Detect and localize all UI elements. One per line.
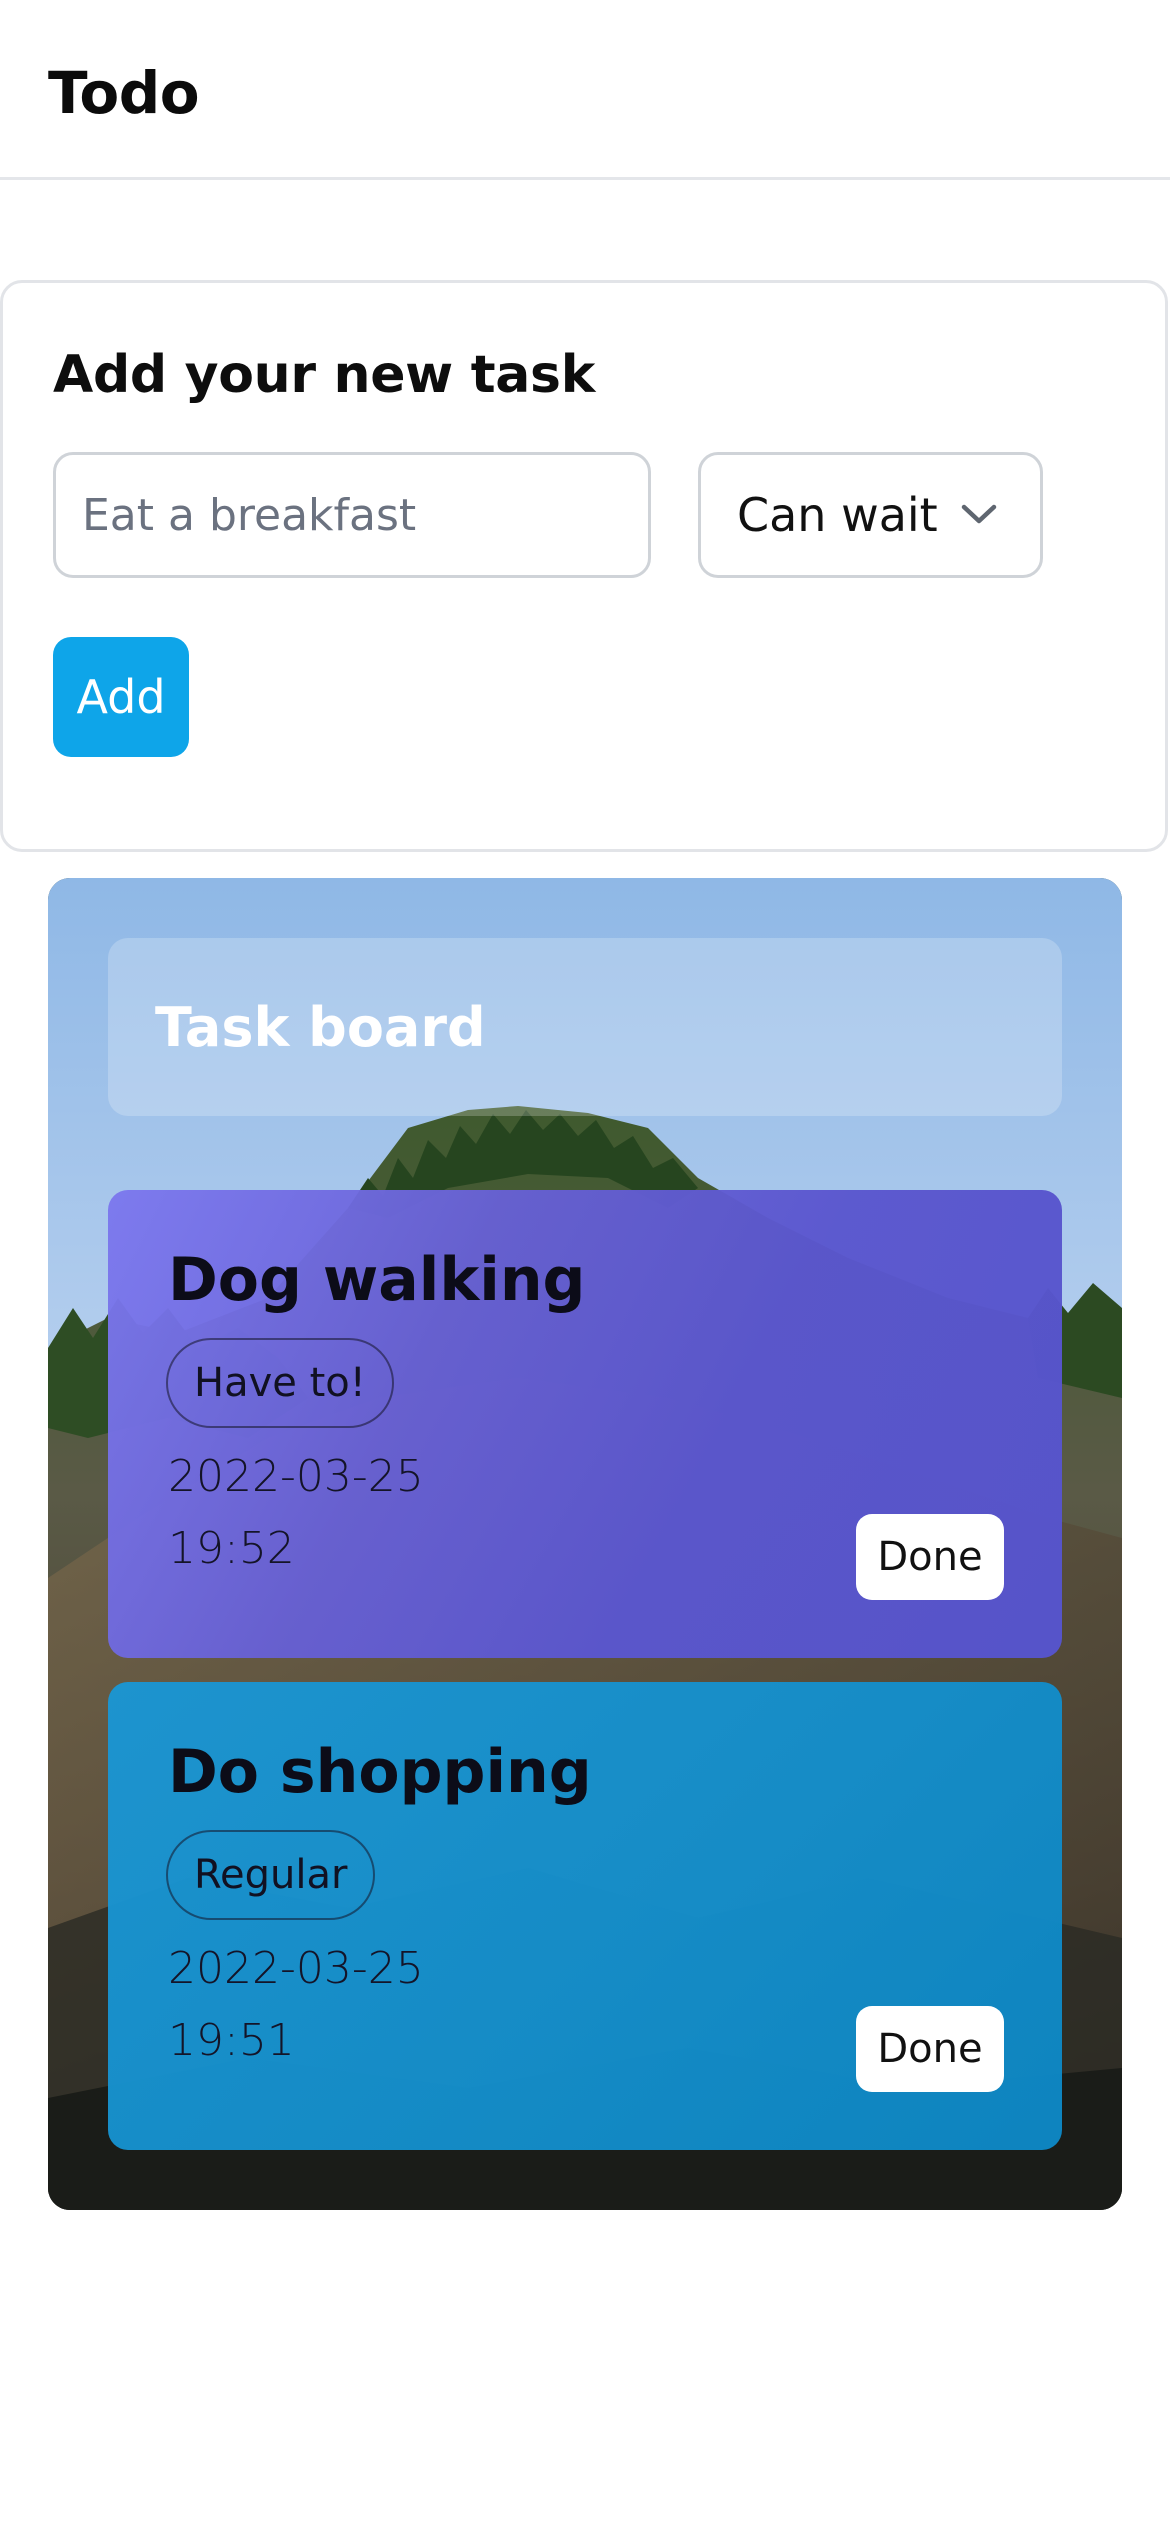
task-card: Dog walking Have to! 2022-03-25 19:52 Do… — [108, 1190, 1062, 1658]
task-date: 2022-03-25 — [168, 1943, 424, 1994]
task-date: 2022-03-25 — [168, 1451, 424, 1502]
add-task-button[interactable]: Add — [53, 637, 189, 757]
priority-select[interactable]: Can wait — [698, 452, 1043, 578]
done-button[interactable]: Done — [856, 2006, 1004, 2092]
task-title: Do shopping — [168, 1737, 592, 1807]
task-board-header: Task board — [108, 938, 1062, 1116]
done-button[interactable]: Done — [856, 1514, 1004, 1600]
app-title: Todo — [48, 59, 200, 127]
app-header: Todo — [0, 0, 1170, 180]
task-time: 19:52 — [168, 1523, 295, 1574]
task-card: Do shopping Regular 2022-03-25 19:51 Don… — [108, 1682, 1062, 2150]
task-time: 19:51 — [168, 2015, 295, 2066]
priority-selected-value: Can wait — [737, 488, 938, 542]
priority-badge: Have to! — [166, 1338, 394, 1428]
chevron-down-icon — [961, 504, 997, 524]
task-board: Task board Dog walking Have to! 2022-03-… — [48, 878, 1122, 2210]
add-task-heading: Add your new task — [53, 345, 595, 405]
add-task-card: Add your new task Can wait Add — [0, 280, 1168, 852]
task-name-input[interactable] — [53, 452, 651, 578]
task-board-title: Task board — [155, 996, 486, 1059]
task-title: Dog walking — [168, 1245, 586, 1315]
priority-badge: Regular — [166, 1830, 376, 1920]
